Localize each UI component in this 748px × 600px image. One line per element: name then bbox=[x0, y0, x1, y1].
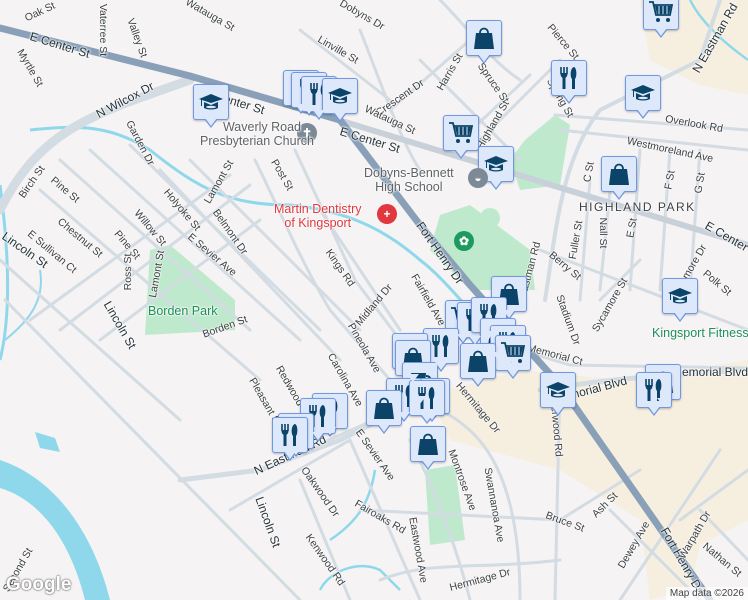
school-marker[interactable] bbox=[625, 75, 661, 119]
poi-school-label[interactable]: Dobyns-Bennett High School bbox=[364, 166, 454, 194]
restaurant-marker[interactable] bbox=[551, 60, 587, 104]
neighborhood-label: HIGHLAND PARK bbox=[579, 200, 696, 214]
school-poi-icon[interactable]: ◒ bbox=[468, 168, 488, 188]
school-marker[interactable] bbox=[322, 78, 358, 122]
school-marker[interactable] bbox=[662, 278, 698, 322]
poi-dentist-line2: of Kingsport bbox=[284, 216, 352, 230]
shopping-marker[interactable] bbox=[466, 20, 502, 64]
poi-dentist-line1: Martin Dentistry bbox=[274, 202, 362, 216]
shopping-marker[interactable] bbox=[366, 390, 402, 434]
shopping-marker[interactable] bbox=[410, 426, 446, 470]
poi-school-line2: High School bbox=[375, 180, 443, 194]
shopping-marker[interactable] bbox=[601, 156, 637, 200]
street-label: Memorial Blvd bbox=[671, 365, 748, 379]
street-label: Ross St bbox=[122, 253, 134, 291]
poi-fitness-label[interactable]: Kingsport Fitness bbox=[652, 326, 748, 340]
shopping-marker[interactable] bbox=[460, 343, 496, 387]
poi-church-line2: Presbyterian Church bbox=[200, 134, 314, 148]
poi-school-line1: Dobyns-Bennett bbox=[364, 166, 454, 180]
map-attribution[interactable]: Map data ©2026 bbox=[665, 587, 748, 600]
poi-church-label[interactable]: Waverly Road Presbyterian Church bbox=[200, 120, 314, 148]
poi-borden-park-label[interactable]: Borden Park bbox=[148, 304, 217, 318]
poi-dentist-label[interactable]: Martin Dentistry of Kingsport bbox=[274, 202, 362, 230]
poi-church-line1: Waverly Road bbox=[222, 120, 301, 134]
school-marker[interactable] bbox=[540, 372, 576, 416]
google-logo[interactable]: Google bbox=[6, 574, 71, 596]
grocery-marker[interactable] bbox=[643, 0, 679, 38]
park-playground-icon[interactable]: ✿ bbox=[454, 231, 474, 251]
grocery-marker[interactable] bbox=[443, 115, 479, 159]
street-label: Vaterree St bbox=[97, 3, 109, 57]
school-marker[interactable] bbox=[193, 84, 229, 128]
dentist-icon[interactable]: + bbox=[377, 204, 397, 224]
street-label: Nall St bbox=[597, 217, 609, 249]
